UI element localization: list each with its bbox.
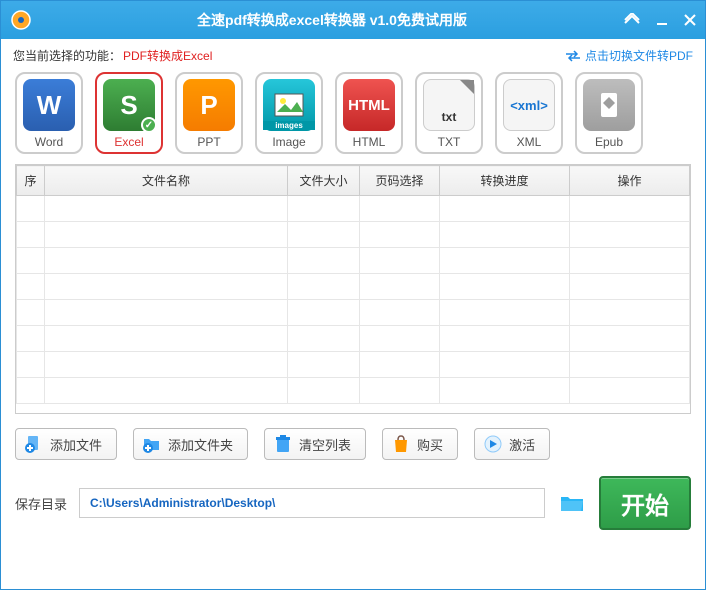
table-row bbox=[17, 326, 690, 352]
buy-label: 购买 bbox=[417, 435, 443, 454]
word-icon: W bbox=[23, 79, 75, 131]
trash-icon bbox=[273, 434, 293, 454]
switch-mode-text: 点击切换文件转PDF bbox=[585, 47, 693, 64]
table-row bbox=[17, 352, 690, 378]
format-row: W Word S✓ Excel P PPT images Image HTML … bbox=[1, 72, 705, 164]
activate-label: 激活 bbox=[509, 435, 535, 454]
main-window: 全速pdf转换成excel转换器 v1.0免费试用版 您当前选择的功能： PDF… bbox=[0, 0, 706, 590]
function-bar: 您当前选择的功能： PDF转换成Excel 点击切换文件转PDF bbox=[1, 39, 705, 72]
format-tile-txt[interactable]: txt TXT bbox=[415, 72, 483, 154]
swap-icon bbox=[565, 50, 581, 62]
col-header-op[interactable]: 操作 bbox=[570, 166, 690, 196]
format-label: XML bbox=[517, 135, 542, 149]
activate-icon bbox=[483, 434, 503, 454]
add-file-button[interactable]: 添加文件 bbox=[15, 428, 117, 460]
table-row bbox=[17, 222, 690, 248]
epub-icon bbox=[583, 79, 635, 131]
format-tile-ppt[interactable]: P PPT bbox=[175, 72, 243, 154]
format-label: Epub bbox=[595, 135, 623, 149]
window-title: 全速pdf转换成excel转换器 v1.0免费试用版 bbox=[41, 10, 623, 30]
titlebar[interactable]: 全速pdf转换成excel转换器 v1.0免费试用版 bbox=[1, 1, 705, 39]
save-dir-label: 保存目录 bbox=[15, 494, 67, 513]
format-label: Word bbox=[35, 135, 63, 149]
table-row bbox=[17, 378, 690, 404]
shopping-bag-icon bbox=[391, 434, 411, 454]
table-row bbox=[17, 274, 690, 300]
start-button[interactable]: 开始 bbox=[599, 476, 691, 530]
format-tile-epub[interactable]: Epub bbox=[575, 72, 643, 154]
col-header-name[interactable]: 文件名称 bbox=[45, 166, 288, 196]
file-table: 序 文件名称 文件大小 页码选择 转换进度 操作 bbox=[15, 164, 691, 414]
col-header-size[interactable]: 文件大小 bbox=[288, 166, 360, 196]
table-row bbox=[17, 196, 690, 222]
format-label: TXT bbox=[438, 135, 461, 149]
add-file-icon bbox=[24, 434, 44, 454]
bottom-row: 保存目录 开始 bbox=[1, 468, 705, 544]
add-file-label: 添加文件 bbox=[50, 435, 102, 454]
current-function-value: PDF转换成Excel bbox=[123, 47, 212, 64]
buy-button[interactable]: 购买 bbox=[382, 428, 458, 460]
txt-icon: txt bbox=[423, 79, 475, 131]
format-label: Image bbox=[272, 135, 305, 149]
pin-icon[interactable] bbox=[623, 13, 641, 27]
add-folder-icon bbox=[142, 434, 162, 454]
save-path-input[interactable] bbox=[79, 488, 545, 518]
current-function-label: 您当前选择的功能： bbox=[13, 47, 121, 64]
format-label: Excel bbox=[114, 135, 143, 149]
format-tile-word[interactable]: W Word bbox=[15, 72, 83, 154]
table-body bbox=[17, 196, 690, 404]
switch-mode-link[interactable]: 点击切换文件转PDF bbox=[565, 47, 693, 64]
minimize-button[interactable] bbox=[655, 13, 669, 27]
col-header-page[interactable]: 页码选择 bbox=[360, 166, 440, 196]
xml-icon: <xml> bbox=[503, 79, 555, 131]
add-folder-button[interactable]: 添加文件夹 bbox=[133, 428, 248, 460]
format-label: PPT bbox=[197, 135, 220, 149]
html-icon: HTML bbox=[343, 79, 395, 131]
format-tile-html[interactable]: HTML HTML bbox=[335, 72, 403, 154]
ppt-icon: P bbox=[183, 79, 235, 131]
close-button[interactable] bbox=[683, 13, 697, 27]
table-row bbox=[17, 248, 690, 274]
table-row bbox=[17, 300, 690, 326]
clear-list-label: 清空列表 bbox=[299, 435, 351, 454]
format-label: HTML bbox=[353, 135, 386, 149]
browse-folder-button[interactable] bbox=[557, 491, 587, 515]
clear-list-button[interactable]: 清空列表 bbox=[264, 428, 366, 460]
app-logo-icon bbox=[9, 8, 33, 32]
format-tile-image[interactable]: images Image bbox=[255, 72, 323, 154]
format-tile-xml[interactable]: <xml> XML bbox=[495, 72, 563, 154]
action-row: 添加文件 添加文件夹 清空列表 购买 激活 bbox=[1, 414, 705, 468]
excel-icon: S✓ bbox=[103, 79, 155, 131]
col-header-seq[interactable]: 序 bbox=[17, 166, 45, 196]
folder-icon bbox=[559, 493, 585, 513]
activate-button[interactable]: 激活 bbox=[474, 428, 550, 460]
col-header-progress[interactable]: 转换进度 bbox=[440, 166, 570, 196]
format-tile-excel[interactable]: S✓ Excel bbox=[95, 72, 163, 154]
add-folder-label: 添加文件夹 bbox=[168, 435, 233, 454]
image-icon: images bbox=[263, 79, 315, 131]
